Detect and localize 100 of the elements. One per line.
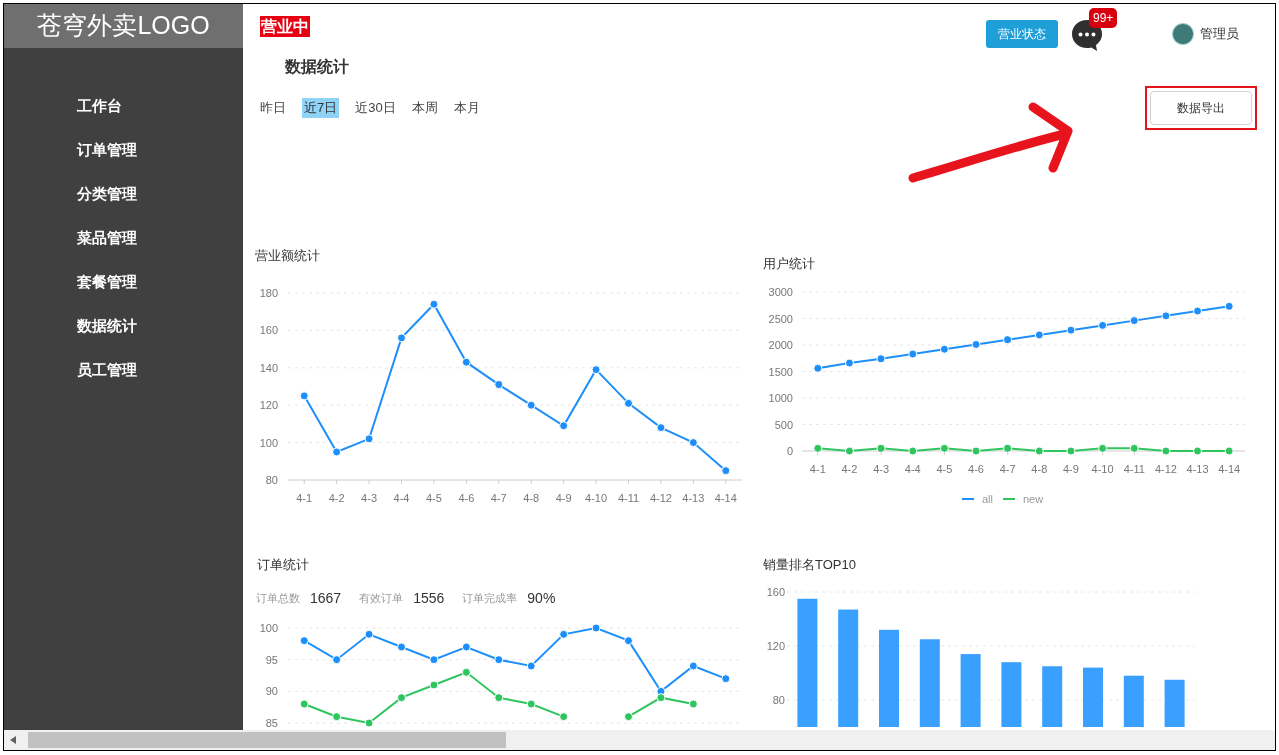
axis-label: 4-5	[426, 492, 442, 504]
data-point	[688, 699, 698, 709]
range-tab[interactable]: 昨日	[260, 98, 286, 118]
stat-label: 订单完成率	[462, 590, 518, 606]
data-point	[624, 636, 633, 646]
data-point	[656, 423, 666, 433]
data-point	[429, 299, 439, 309]
range-tab[interactable]: 本周	[411, 98, 438, 118]
axis-label: 120	[259, 399, 278, 412]
data-point	[364, 629, 374, 639]
data-point	[494, 693, 504, 703]
axis-label: 4-8	[1031, 463, 1048, 475]
axis-label: 2000	[768, 339, 793, 351]
data-point	[1066, 325, 1076, 335]
data-point	[876, 443, 886, 453]
data-point	[813, 443, 823, 453]
data-point	[429, 655, 439, 665]
data-point	[971, 339, 981, 349]
range-tab[interactable]: 本月	[453, 98, 480, 118]
stat-value: 90%	[527, 588, 556, 608]
nav-item[interactable]: 菜品管理	[4, 216, 243, 260]
axis-label: 4-6	[458, 492, 475, 504]
axis-label: 4-11	[1123, 463, 1145, 475]
data-point	[364, 434, 374, 444]
nav-item[interactable]: 数据统计	[4, 304, 243, 348]
axis-label: 4-12	[1154, 463, 1177, 475]
data-point	[656, 693, 666, 703]
data-point	[939, 443, 949, 453]
axis-label: 80	[772, 694, 785, 706]
data-point	[908, 446, 918, 456]
nav-item[interactable]: 员工管理	[4, 348, 243, 392]
axis-label: 4-7	[999, 463, 1016, 475]
axis-label: 4-9	[1063, 463, 1079, 475]
data-point	[397, 333, 406, 343]
avatar[interactable]	[1172, 23, 1194, 45]
chart-title: 销量排名TOP10	[762, 556, 857, 574]
nav-item[interactable]: 工作台	[4, 84, 243, 128]
axis-label: 3000	[768, 286, 793, 298]
data-point	[397, 693, 406, 703]
data-point	[688, 661, 698, 671]
data-point	[591, 365, 601, 375]
axis-label: 4-2	[328, 492, 345, 504]
legend-label: new	[1022, 491, 1044, 507]
data-point	[332, 712, 342, 722]
notification-badge: 99+	[1089, 8, 1118, 28]
axis-label: 4-2	[841, 463, 858, 475]
data-point	[1034, 330, 1044, 340]
export-button[interactable]: 数据导出	[1150, 91, 1252, 125]
data-point	[971, 446, 981, 456]
axis-label: 95	[265, 653, 278, 666]
axis-label: 4-13	[1186, 463, 1209, 475]
data-point	[721, 466, 731, 476]
data-point	[559, 421, 569, 431]
data-point	[1098, 443, 1108, 453]
data-point	[332, 655, 342, 665]
axis-label: 4-13	[682, 492, 705, 504]
axis-label: 160	[766, 586, 785, 598]
nav-item[interactable]: 套餐管理	[4, 260, 243, 304]
nav-item[interactable]: 订单管理	[4, 128, 243, 172]
data-point	[1003, 335, 1013, 345]
page-title: 数据统计	[284, 57, 350, 77]
axis-label: 80	[265, 474, 278, 486]
data-point	[1129, 316, 1139, 326]
data-point	[461, 667, 471, 677]
axis-label: 4-10	[585, 492, 608, 504]
data-point	[1034, 446, 1044, 456]
range-tab[interactable]: 近30日	[355, 98, 396, 118]
data-point	[332, 447, 342, 457]
axis-label: 90	[265, 685, 278, 698]
data-point	[844, 358, 854, 368]
data-point	[1161, 446, 1171, 456]
user-name[interactable]: 管理员	[1200, 24, 1239, 44]
axis-label: 4-4	[393, 492, 410, 504]
nav-item[interactable]: 分类管理	[4, 172, 243, 216]
chart-title: 营业额统计	[254, 247, 321, 265]
range-tab[interactable]: 近7日	[302, 98, 340, 118]
data-point	[1193, 306, 1203, 316]
data-point	[461, 642, 471, 652]
chart-title: 用户统计	[762, 255, 816, 273]
data-point	[299, 699, 309, 709]
axis-label: 4-14	[1218, 463, 1241, 475]
axis-label: 100	[259, 622, 278, 634]
axis-label: 0	[786, 445, 793, 457]
data-point	[1193, 446, 1203, 456]
data-point	[1098, 320, 1108, 330]
axis-label: 85	[265, 717, 278, 729]
status-badge: 营业中	[260, 16, 310, 37]
data-point	[559, 629, 569, 639]
data-point	[299, 636, 309, 646]
scrollbar-thumb[interactable]	[28, 732, 506, 748]
data-point	[591, 623, 601, 633]
axis-label: 4-11	[617, 492, 640, 504]
scroll-left-icon[interactable]	[10, 736, 16, 744]
data-point	[908, 349, 918, 359]
data-point	[1161, 311, 1171, 321]
data-point	[1224, 446, 1234, 456]
axis-label: 160	[259, 324, 278, 337]
legend-label: all	[981, 491, 993, 507]
axis-label: 4-4	[904, 463, 921, 475]
data-point	[1003, 443, 1013, 453]
